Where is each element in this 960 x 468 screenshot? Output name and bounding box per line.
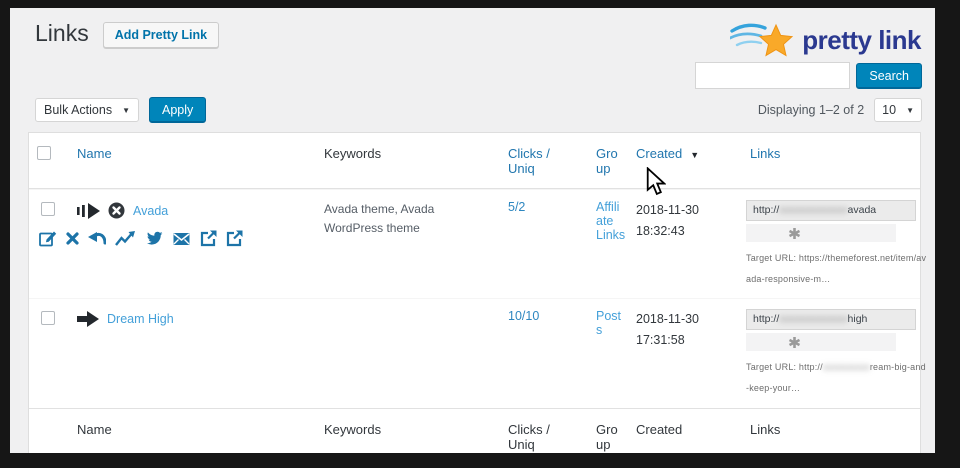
open-target-url-icon[interactable] — [226, 230, 243, 247]
header-keywords: Keywords — [316, 133, 500, 188]
delete-icon[interactable] — [66, 232, 79, 245]
created-cell: 2018-11-30 17:31:58 — [628, 299, 742, 407]
copy-strip — [746, 224, 896, 242]
footer-created: Created — [628, 409, 742, 453]
pretty-url-field[interactable]: http://xxxxxxxxxxxxxhigh — [746, 309, 916, 330]
copy-icon[interactable] — [788, 227, 801, 240]
header-name[interactable]: Name — [77, 146, 112, 161]
reset-icon[interactable] — [88, 231, 106, 246]
search-button[interactable]: Search — [856, 63, 922, 89]
table-footer-row: Name Keywords Clicks / Uniq Group Create… — [29, 408, 920, 453]
table-row: Avada — [29, 189, 920, 298]
edit-icon[interactable] — [39, 230, 57, 247]
clicks-link[interactable]: 5/2 — [508, 200, 525, 214]
app-frame: Links Add Pretty Link pretty link Search… — [0, 0, 960, 468]
target-url-text: Target URL: http://xxxxxxxxxxream-big-an… — [746, 357, 928, 399]
group-link[interactable]: Posts — [596, 309, 621, 337]
footer-name: Name — [69, 409, 316, 453]
table-row: Dream High 10/10 Posts 2018-11-30 17:31:… — [29, 298, 920, 407]
copy-strip — [746, 333, 896, 351]
bulk-actions-label: Bulk Actions — [44, 103, 112, 117]
per-page-select-top[interactable]: 10 ▼ — [874, 98, 922, 122]
disabled-icon — [108, 202, 125, 219]
page-title: Links — [35, 18, 89, 48]
pretty-url-field[interactable]: http://xxxxxxxxxxxxxavada — [746, 200, 916, 221]
open-pretty-link-icon[interactable] — [200, 230, 217, 247]
header-created[interactable]: Created▼ — [636, 146, 699, 161]
link-name[interactable]: Avada — [133, 204, 168, 218]
footer-links: Links — [742, 409, 920, 453]
target-url-text: Target URL: https://themeforest.net/item… — [746, 248, 928, 290]
tracking-arrow-icon — [77, 203, 100, 219]
table-header-row: Name Keywords Clicks / Uniq Group Create… — [29, 133, 920, 189]
group-link[interactable]: Affiliate Links — [596, 200, 625, 242]
link-name[interactable]: Dream High — [107, 312, 174, 326]
redacted-url-segment: xxxxxxxxxxxxx — [779, 313, 847, 325]
row-actions — [35, 226, 247, 251]
sort-desc-icon: ▼ — [690, 150, 699, 160]
select-all-checkbox[interactable] — [37, 146, 51, 160]
shooting-star-icon — [730, 20, 796, 60]
email-icon[interactable] — [172, 232, 191, 246]
created-cell: 2018-11-30 18:32:43 — [628, 190, 742, 298]
redacted-url-segment: xxxxxxxxxxxxx — [779, 204, 847, 216]
header-clicks[interactable]: Clicks / Uniq — [508, 146, 550, 176]
add-pretty-link-button[interactable]: Add Pretty Link — [103, 22, 219, 48]
dropdown-caret-icon: ▼ — [122, 106, 130, 115]
redacted-url-segment: xxxxxxxxxx — [823, 362, 870, 372]
displaying-count-top: Displaying 1–2 of 2 — [758, 103, 864, 117]
links-cell: http://xxxxxxxxxxxxxavada Target URL: ht… — [742, 190, 935, 298]
arrow-icon — [77, 311, 99, 327]
logo-wordmark: pretty link — [802, 25, 921, 56]
twitter-icon[interactable] — [144, 231, 163, 247]
pretty-link-logo: pretty link — [730, 20, 921, 60]
keywords-cell — [316, 299, 500, 407]
header-group[interactable]: Group — [596, 146, 618, 176]
row-checkbox[interactable] — [41, 202, 55, 216]
titlebar: Links Add Pretty Link pretty link — [10, 8, 935, 56]
pretty-link-admin-screen: Links Add Pretty Link pretty link Search… — [10, 8, 935, 453]
bulk-actions-select[interactable]: Bulk Actions ▼ — [35, 98, 139, 122]
row-checkbox[interactable] — [41, 311, 55, 325]
footer-clicks: Clicks / Uniq — [500, 409, 588, 453]
stats-icon[interactable] — [115, 231, 135, 246]
search-row: Search — [10, 62, 935, 89]
links-table: Name Keywords Clicks / Uniq Group Create… — [28, 132, 921, 453]
footer-keywords: Keywords — [316, 409, 500, 453]
copy-icon[interactable] — [788, 336, 801, 349]
links-cell: http://xxxxxxxxxxxxxhigh Target URL: htt… — [742, 299, 935, 407]
controls-row: Bulk Actions ▼ Apply Displaying 1–2 of 2… — [10, 97, 935, 123]
dropdown-caret-icon: ▼ — [906, 106, 914, 115]
apply-button[interactable]: Apply — [149, 97, 206, 123]
per-page-value: 10 — [882, 103, 896, 117]
footer-group: Group — [588, 409, 628, 453]
keywords-cell: Avada theme, Avada WordPress theme — [316, 190, 500, 298]
search-input[interactable] — [695, 62, 850, 89]
header-links[interactable]: Links — [750, 146, 780, 161]
clicks-link[interactable]: 10/10 — [508, 309, 539, 323]
